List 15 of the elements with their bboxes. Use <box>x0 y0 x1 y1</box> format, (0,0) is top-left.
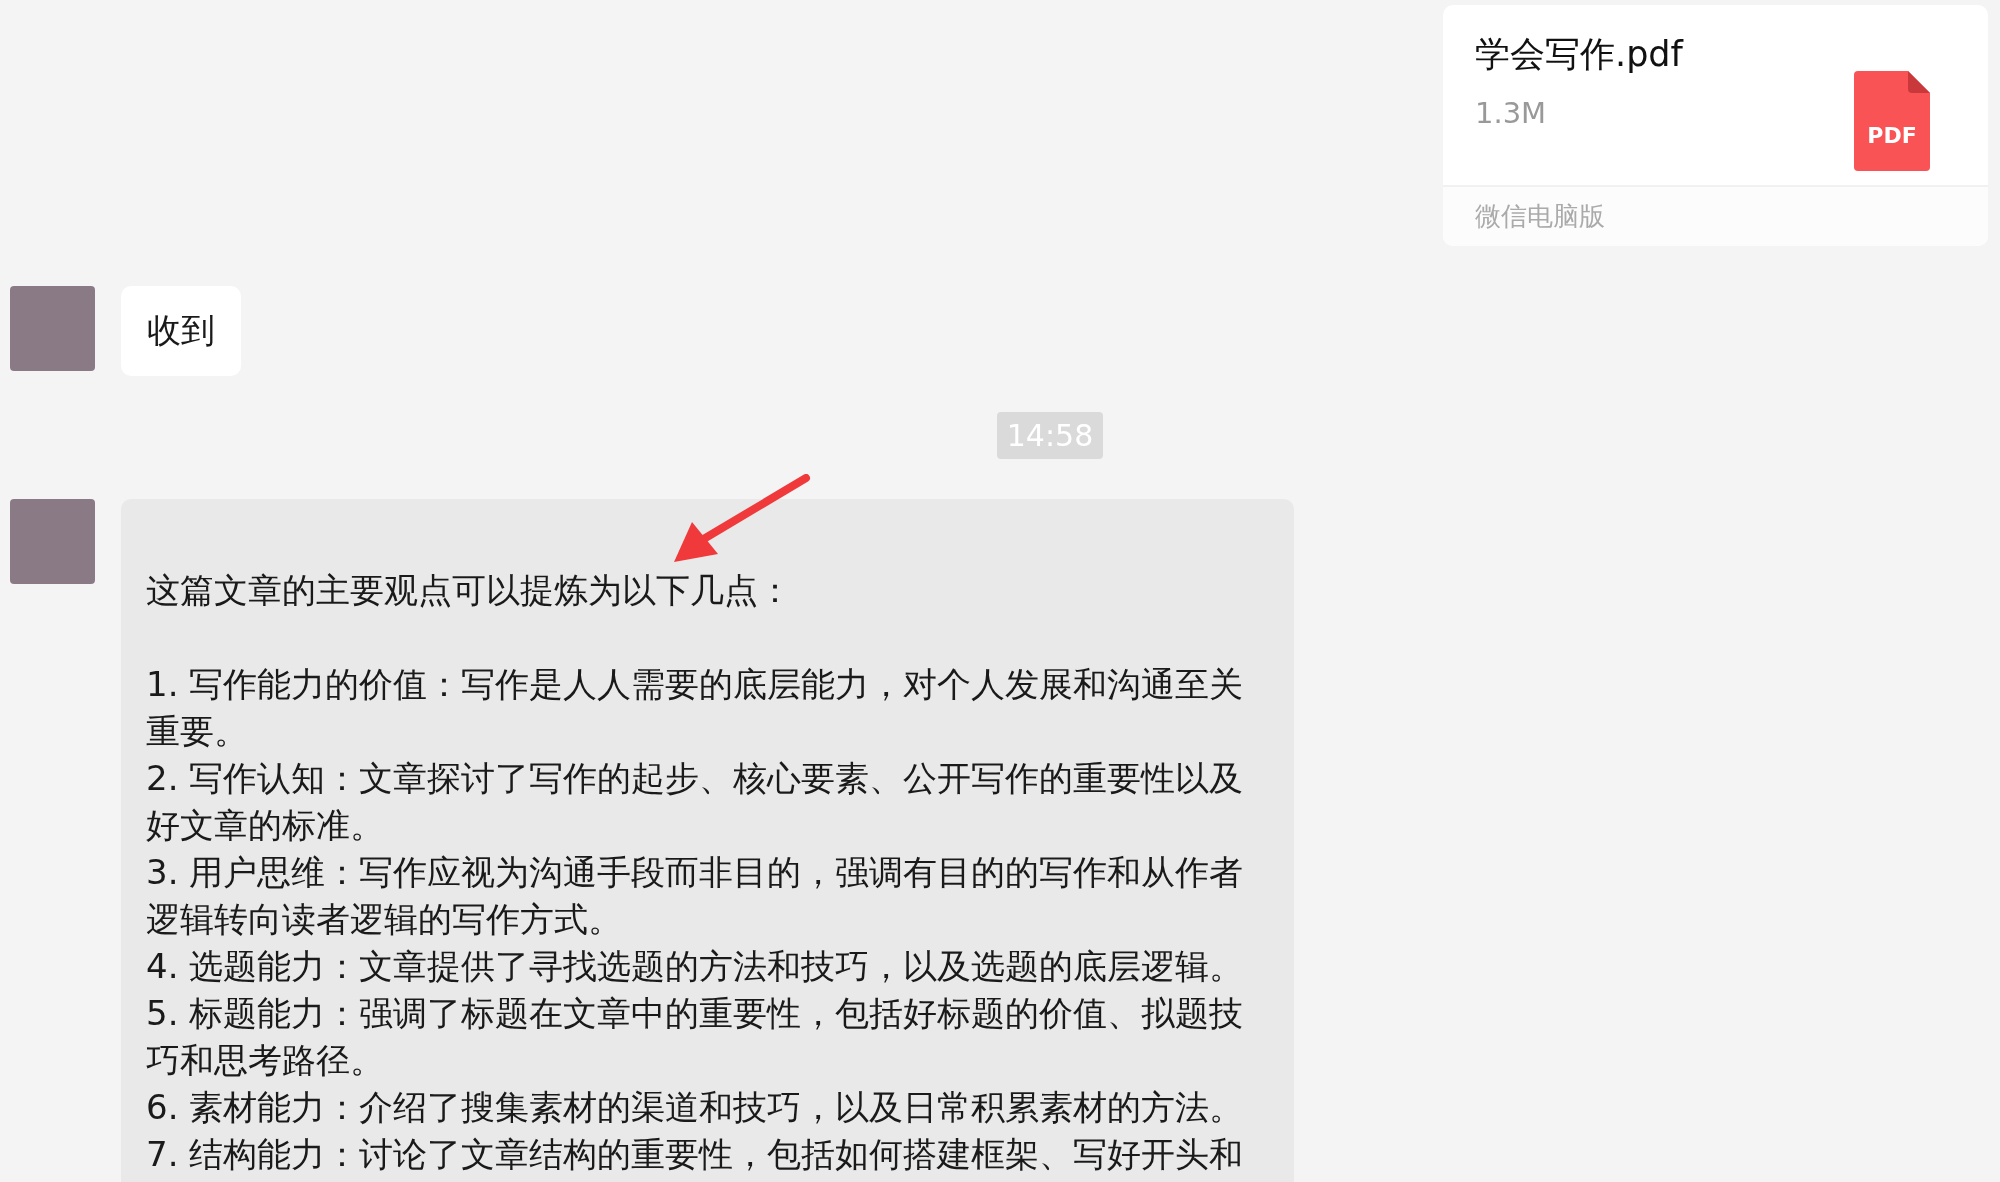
message-text: 2. 写作认知：文章探讨了写作的起步、核心要素、公开写作的重要性以及好文章的标准。 <box>146 757 1245 847</box>
avatar-placeholder[interactable] <box>10 499 95 584</box>
message-text: 4. 选题能力：文章提供了寻找选题的方法和技巧，以及选题的底层逻辑。 <box>146 945 1245 988</box>
message-text: 7. 结构能力：讨论了文章结构的重要性，包括如何搭建框架、写好开头和 <box>146 1133 1245 1176</box>
message-text: 这篇文章的主要观点可以提炼为以下几点： <box>146 569 793 612</box>
message-text: 3. 用户思维：写作应视为沟通手段而非目的，强调有目的的写作和从作者逻辑转向读者逻辑的写作方式。 <box>146 851 1245 941</box>
avatar-placeholder[interactable] <box>10 286 95 371</box>
file-name: 学会写作.pdf <box>1475 33 1683 76</box>
message-text: 1. 写作能力的价值：写作是人人需要的底层能力，对个人发展和沟通至关重要。 <box>146 663 1245 753</box>
pdf-file-icon: PDF <box>1854 71 1930 171</box>
message-text: 6. 素材能力：介绍了搜集素材的渠道和技巧，以及日常积累素材的方法。 <box>146 1086 1245 1129</box>
file-size: 1.3M <box>1475 96 1548 130</box>
message-text: 5. 标题能力：强调了标题在文章中的重要性，包括好标题的价值、拟题技巧和思考路径。 <box>146 992 1245 1082</box>
file-message-card[interactable]: 学会写作.pdf 1.3M PDF 微信电脑版 <box>1443 5 1988 246</box>
message-text: 收到 <box>146 309 216 352</box>
